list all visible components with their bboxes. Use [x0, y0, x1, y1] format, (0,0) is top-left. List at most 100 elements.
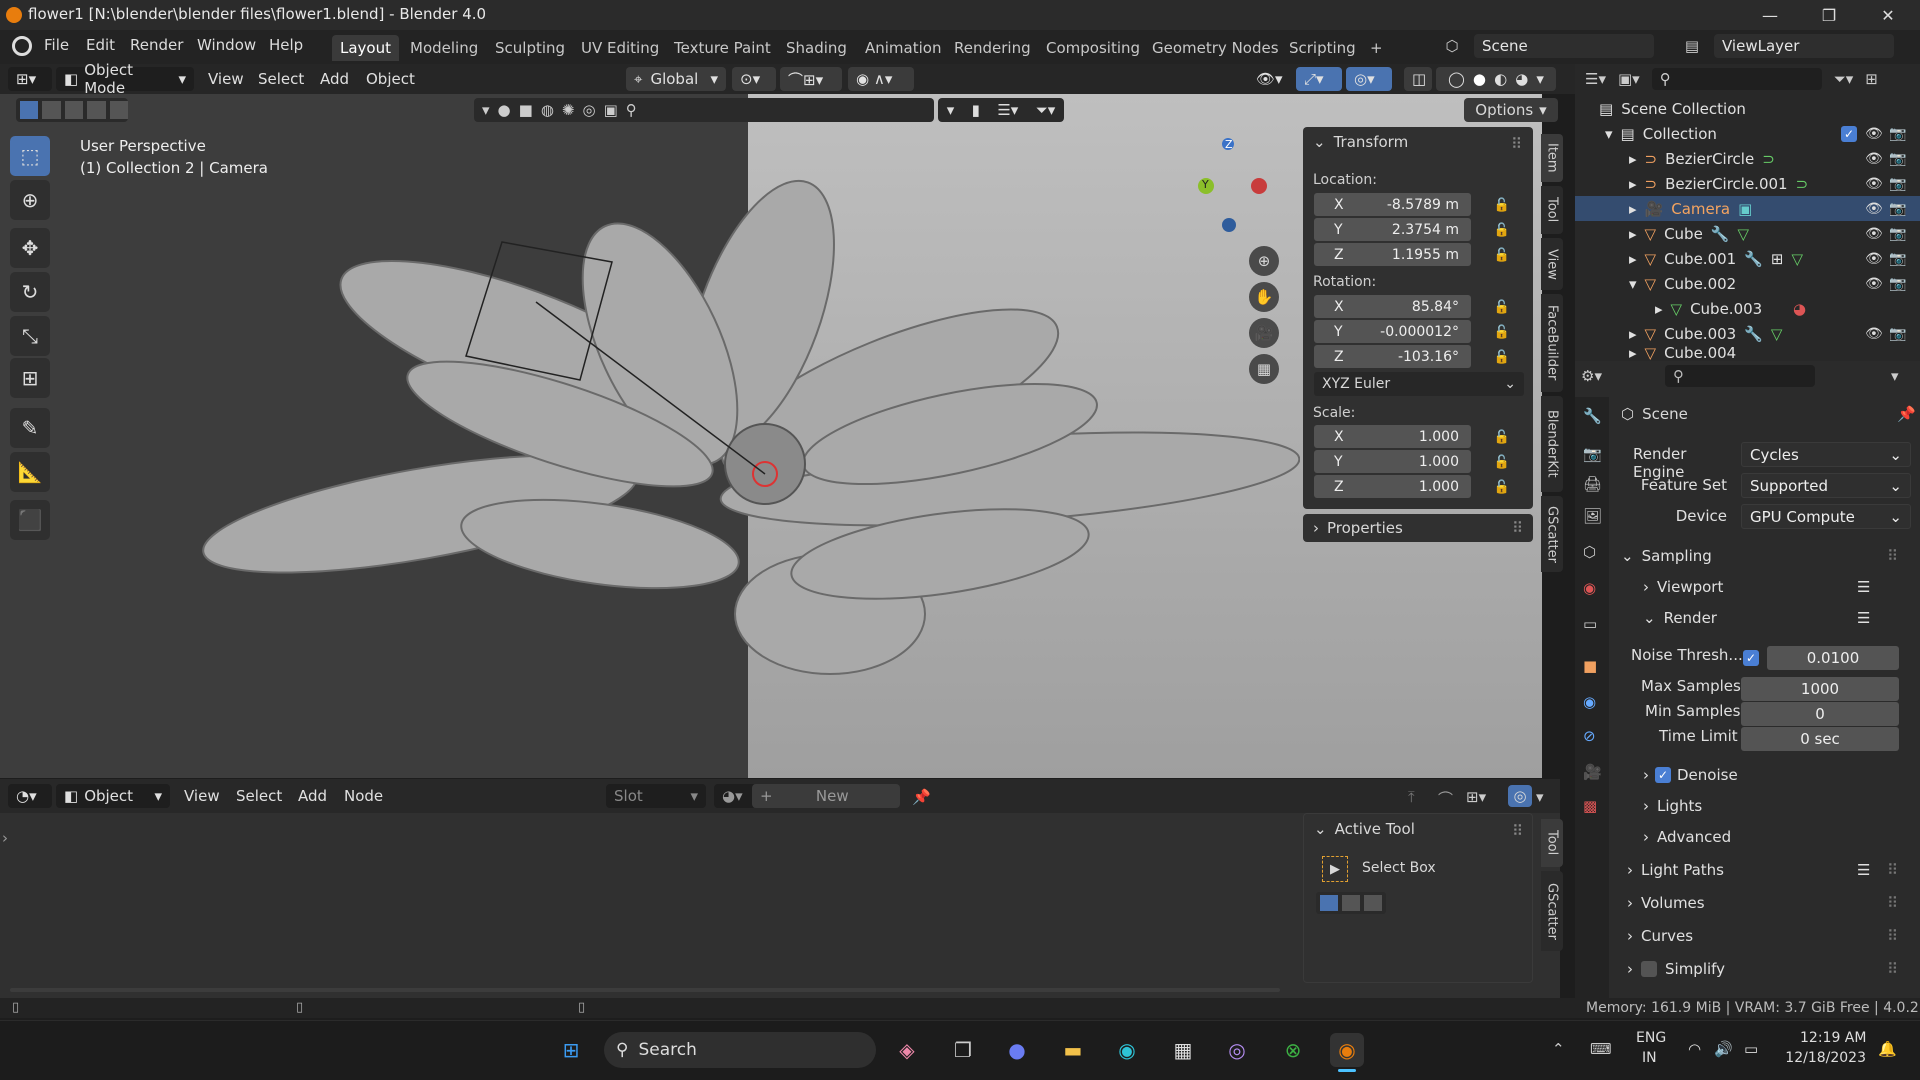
eye-icon[interactable]: 👁: [1865, 276, 1883, 292]
chevron-down-icon[interactable]: ▾: [947, 101, 955, 119]
gizmo-toggle-icon[interactable]: ⤢▾: [1296, 67, 1342, 91]
select-box-tool-icon[interactable]: ▶: [1322, 856, 1348, 882]
tool-tab-icon[interactable]: 🔧: [1583, 407, 1602, 425]
editor-type-icon[interactable]: ⚙▾: [1581, 367, 1621, 389]
select-new-icon[interactable]: [1320, 895, 1338, 911]
tab-view[interactable]: View: [1541, 238, 1563, 290]
blender-menu-icon[interactable]: [12, 36, 32, 56]
solid-icon[interactable]: ●: [1473, 70, 1486, 88]
physics-tab-icon[interactable]: ◉: [1583, 693, 1596, 711]
pivot-icon[interactable]: ⊙▾: [732, 67, 776, 91]
volume-icon[interactable]: 🔊: [1714, 1040, 1733, 1058]
lock-icon[interactable]: 🔓: [1493, 298, 1511, 316]
filter-light-icon[interactable]: ✺: [562, 101, 575, 119]
new-material-button[interactable]: + New: [752, 784, 900, 808]
light-paths-panel-header[interactable]: › Light Paths: [1627, 861, 1724, 879]
denoise-checkbox[interactable]: ✓: [1655, 767, 1671, 783]
menu-file[interactable]: File: [44, 36, 69, 54]
ortho-grid-icon[interactable]: ▦: [1249, 354, 1279, 384]
bookmark-icon[interactable]: ▮: [972, 101, 980, 119]
feature-set-dropdown[interactable]: Supported ⌄: [1741, 473, 1911, 498]
add-workspace-button[interactable]: +: [1362, 35, 1391, 61]
properties-panel-header[interactable]: › Properties ⠿: [1303, 514, 1533, 542]
taskbar-search[interactable]: ⚲ Search: [604, 1032, 876, 1068]
device-dropdown[interactable]: GPU Compute ⌄: [1741, 504, 1911, 529]
menu-select[interactable]: Select: [250, 67, 312, 91]
menu-select[interactable]: Select: [228, 784, 290, 808]
proportional-edit-icon[interactable]: ◉ ∧▾: [848, 67, 914, 91]
time-limit-field[interactable]: 0 sec: [1741, 727, 1899, 751]
transform-header[interactable]: ⌄ Transform: [1313, 133, 1408, 151]
outliner-search-input[interactable]: ⚲: [1651, 68, 1822, 90]
select-subtract-icon[interactable]: [64, 101, 84, 119]
drag-handle-icon[interactable]: ⠿: [1512, 822, 1523, 840]
windows-start-icon[interactable]: ⊞: [554, 1033, 588, 1067]
microsoft-store-icon[interactable]: ▦: [1166, 1033, 1200, 1067]
select-mode-buttons[interactable]: [1316, 892, 1386, 914]
tab-blenderkit[interactable]: BlenderKit: [1541, 396, 1563, 492]
shading-mode-buttons[interactable]: ◯ ● ◐ ◕ ▾: [1436, 67, 1556, 91]
menu-view[interactable]: View: [200, 67, 252, 91]
outliner-item-camera[interactable]: ▸ 🎥 Camera ▣ 👁 📷: [1575, 196, 1920, 221]
transform-tool-icon[interactable]: ⊞: [10, 358, 50, 398]
file-explorer-icon[interactable]: ▬: [1056, 1033, 1090, 1067]
select-mode-buttons[interactable]: [16, 98, 129, 122]
drag-handle-icon[interactable]: ⠿: [1511, 135, 1522, 153]
chevron-down-icon[interactable]: ▾: [482, 101, 490, 119]
sampling-panel-header[interactable]: ⌄ Sampling: [1621, 547, 1712, 565]
display-mode-icon[interactable]: ☰▾: [997, 101, 1018, 119]
outliner-item-beziercircle[interactable]: ▸ ⊃ BezierCircle ⊃ 👁 📷: [1575, 146, 1920, 171]
drag-handle-icon[interactable]: ⠿: [1887, 894, 1898, 912]
filter-icon[interactable]: ⏷▾: [1036, 101, 1056, 119]
simplify-checkbox[interactable]: [1641, 961, 1657, 977]
task-view-icon[interactable]: ❐: [946, 1033, 980, 1067]
view-layer-tab-icon[interactable]: 🖼: [1583, 507, 1602, 525]
menu-view[interactable]: View: [176, 784, 228, 808]
noise-threshold-checkbox[interactable]: ✓: [1743, 650, 1759, 666]
texture-tab-icon[interactable]: ▩: [1583, 797, 1597, 815]
output-tab-icon[interactable]: 🖨: [1583, 475, 1602, 493]
chevron-down-icon[interactable]: ▾: [1536, 788, 1544, 806]
x-axis-gizmo[interactable]: [1251, 178, 1267, 194]
tab-rendering[interactable]: Rendering: [946, 35, 1039, 61]
lock-icon[interactable]: 🔓: [1493, 348, 1511, 366]
scale-tool-icon[interactable]: ⤡: [10, 316, 50, 356]
outliner-item-cube-003-mesh[interactable]: ▸ ▽ Cube.003 ◕: [1575, 296, 1920, 321]
render-tab-icon[interactable]: 📷: [1583, 445, 1602, 463]
select-subtract-icon[interactable]: [1364, 895, 1382, 911]
camera-render-icon[interactable]: 📷: [1889, 201, 1906, 217]
menu-add[interactable]: Add: [312, 67, 357, 91]
copilot-icon[interactable]: ◈: [890, 1033, 924, 1067]
drag-handle-icon[interactable]: ⠿: [1887, 927, 1898, 945]
lock-icon[interactable]: 🔓: [1493, 453, 1511, 471]
menu-edit[interactable]: Edit: [86, 36, 115, 54]
lock-icon[interactable]: 🔓: [1493, 221, 1511, 239]
annotate-tool-icon[interactable]: ✎: [10, 408, 50, 448]
viewport-subpanel-header[interactable]: › Viewport: [1643, 578, 1723, 596]
tab-animation[interactable]: Animation: [857, 35, 949, 61]
menu-node[interactable]: Node: [336, 784, 391, 808]
advanced-subpanel-header[interactable]: › Advanced: [1643, 828, 1731, 846]
filter-mesh-icon[interactable]: ■: [519, 101, 533, 119]
rotation-y-field[interactable]: Y -0.000012°: [1314, 320, 1471, 343]
language-label[interactable]: ENG: [1636, 1030, 1666, 1046]
drag-handle-icon[interactable]: ⠿: [1887, 547, 1898, 565]
render-subpanel-header[interactable]: ⌄ Render: [1643, 609, 1717, 627]
checkbox-icon[interactable]: ✓: [1841, 125, 1857, 142]
lock-icon[interactable]: 🔓: [1493, 478, 1511, 496]
instagram-icon[interactable]: ◎: [1220, 1033, 1254, 1067]
location-z-field[interactable]: Z 1.1955 m: [1314, 243, 1471, 266]
xray-icon[interactable]: ◫: [1404, 67, 1432, 91]
chevron-right-icon[interactable]: ›: [2, 829, 8, 847]
noise-threshold-field[interactable]: 0.0100: [1767, 646, 1899, 670]
outliner-item-beziercircle-001[interactable]: ▸ ⊃ BezierCircle.001 ⊃ 👁 📷: [1575, 171, 1920, 196]
lock-icon[interactable]: 🔓: [1493, 196, 1511, 214]
measure-tool-icon[interactable]: 📐: [10, 452, 50, 492]
region-label[interactable]: IN: [1642, 1050, 1657, 1066]
tab-uv-editing[interactable]: UV Editing: [573, 35, 667, 61]
visibility-icon[interactable]: 👁▾: [1248, 67, 1294, 91]
outliner-collection[interactable]: ▾ ▤ Collection ✓ 👁 📷: [1575, 121, 1920, 146]
mode-dropdown[interactable]: ◧ Object Mode ▾: [56, 61, 194, 97]
lock-icon[interactable]: 🔓: [1493, 323, 1511, 341]
xbox-icon[interactable]: ⊗: [1276, 1033, 1310, 1067]
